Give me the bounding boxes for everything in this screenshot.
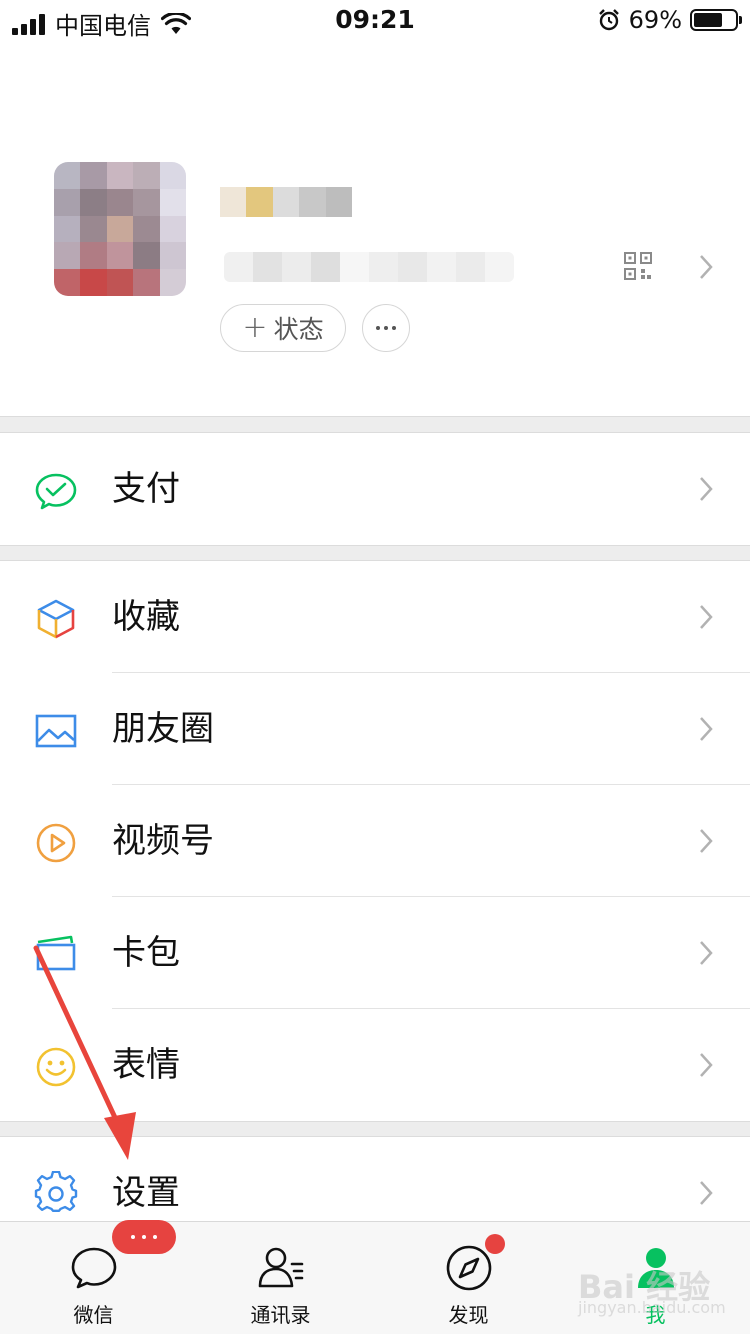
smiley-icon [36,1047,76,1087]
avatar-pixel [159,188,186,216]
tab-discover[interactable]: 发现 [375,1222,562,1334]
menu-label-favorites: 收藏 [112,597,180,637]
avatar-pixel [80,215,107,243]
add-status-button[interactable]: + 状态 [220,304,346,352]
avatar-pixel [80,242,107,270]
avatar-pixel [133,269,160,296]
menu-label-channels: 视频号 [112,821,214,861]
dot [384,326,388,330]
avatar-pixel [133,188,160,216]
dot [153,1235,157,1239]
channels-play-icon [36,823,76,863]
menu-item-settings[interactable]: 设置 [0,1137,750,1221]
new-badge-dot [485,1234,505,1254]
menu-label-pay: 支付 [112,469,180,509]
gear-icon [34,1171,78,1212]
avatar[interactable] [54,162,186,296]
watermark-sub: jingyan.baidu.com [578,1298,726,1317]
avatar-pixel [159,269,186,296]
dot [142,1235,146,1239]
menu-label-stickers: 表情 [112,1045,180,1085]
battery-icon [690,9,742,31]
unread-badge [112,1220,176,1254]
tab-label-chats: 微信 [73,1303,114,1327]
avatar-pixel [54,215,81,243]
chevron-right-icon [700,255,713,279]
section-divider [0,1121,750,1137]
chat-bubble-icon [71,1247,117,1289]
avatar-pixel [159,242,186,270]
tab-chats[interactable]: 微信 [0,1220,187,1334]
avatar-pixel [80,269,107,296]
menu-item-channels[interactable]: 视频号 [0,785,750,897]
menu-label-cards: 卡包 [112,933,180,973]
moments-picture-icon [35,714,77,748]
status-button-label: 状态 [273,315,324,344]
status-bar-right: 69% [597,6,742,34]
menu-item-favorites[interactable]: 收藏 [0,561,750,673]
battery-fill [694,13,722,27]
tab-label-discover: 发现 [448,1303,489,1327]
avatar-pixel [106,242,134,270]
chevron-right-icon [700,477,713,501]
wechat-id-blurred [224,252,514,282]
chevron-right-icon [700,605,713,629]
avatar-pixel [133,162,160,189]
chevron-right-icon [700,1181,713,1205]
menu-label-settings: 设置 [112,1173,180,1213]
chevron-right-icon [700,829,713,853]
avatar-pixel [80,188,107,216]
chevron-right-icon [700,941,713,965]
menu-label-moments: 朋友圈 [112,709,214,749]
nickname-blurred [220,187,353,217]
avatar-pixel [54,269,81,296]
avatar-pixel [159,215,186,243]
compass-icon [446,1245,492,1291]
alarm-icon [598,9,619,31]
avatar-pixel [133,215,160,243]
contacts-icon [258,1247,304,1288]
menu-item-cards[interactable]: 卡包 [0,897,750,1009]
qr-code-icon[interactable] [624,252,652,280]
card-wallet-icon [36,935,76,971]
avatar-pixel [106,188,134,216]
dot [376,326,380,330]
avatar-pixel [80,162,107,189]
tab-label-contacts: 通讯录 [250,1303,311,1327]
pay-icon [35,473,77,510]
chevron-right-icon [700,1053,713,1077]
menu-item-pay[interactable]: 支付 [0,433,750,545]
battery-percent: 69% [628,6,682,34]
section-divider [0,545,750,561]
chevron-right-icon [700,717,713,741]
tab-contacts[interactable]: 通讯录 [187,1222,374,1334]
avatar-pixel [106,215,134,243]
avatar-pixel [159,162,186,189]
avatar-pixel [54,242,81,270]
dot [131,1235,135,1239]
avatar-pixel [106,269,134,296]
avatar-pixel [133,242,160,270]
profile-header[interactable]: + 状态 [0,40,750,416]
dot [392,326,396,330]
status-bar: 中国电信 09:21 69% [0,0,750,40]
menu-item-moments[interactable]: 朋友圈 [0,673,750,785]
avatar-pixel [54,188,81,216]
favorites-cube-icon [37,599,75,639]
more-dots-button[interactable] [362,304,410,352]
avatar-pixel [106,162,134,189]
menu-item-stickers[interactable]: 表情 [0,1009,750,1121]
plus-icon: + [242,310,268,345]
section-divider [0,416,750,433]
avatar-pixel [54,162,81,189]
